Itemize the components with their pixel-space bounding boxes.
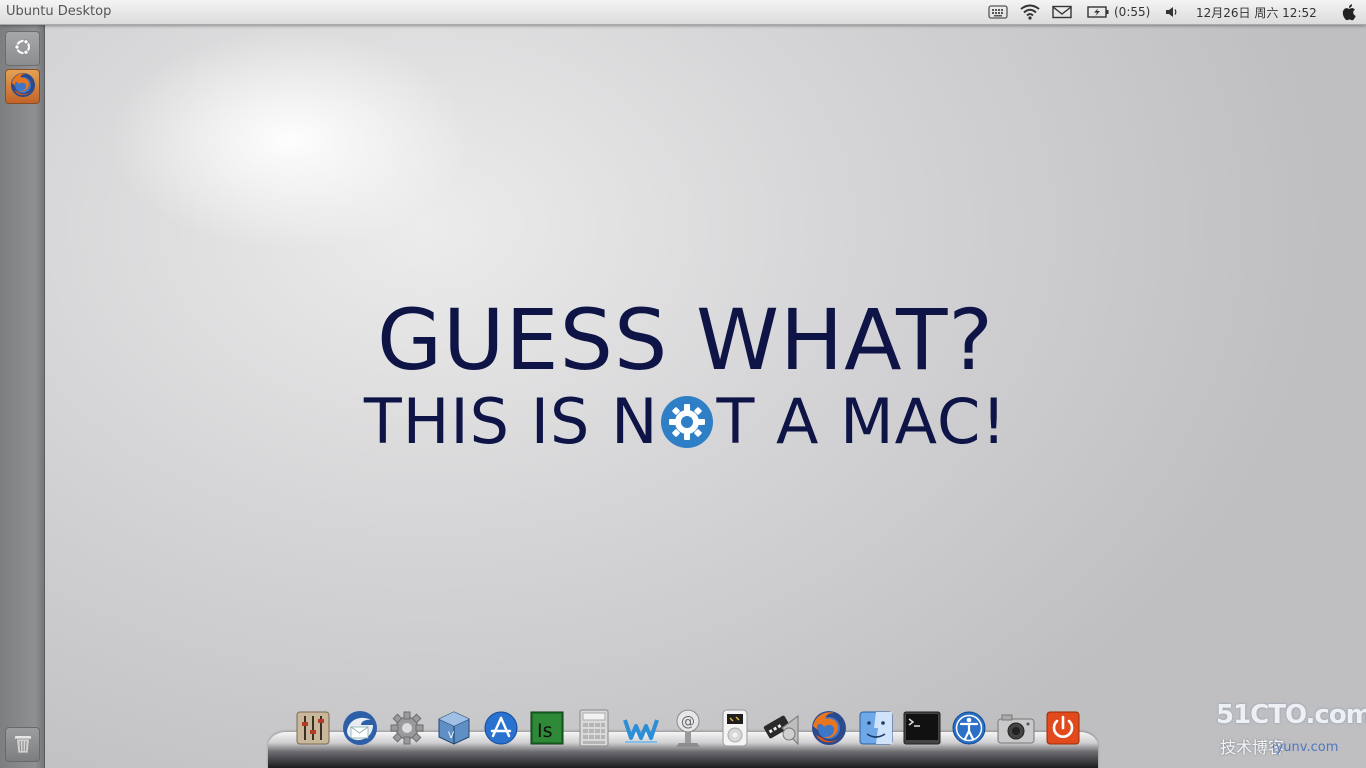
headline-part-after: T A MAC! (716, 385, 1008, 458)
virtualbox-icon: V (436, 710, 472, 750)
mixer-icon (295, 710, 331, 750)
app-store-icon (483, 710, 519, 750)
ubuntu-logo-icon (13, 37, 33, 61)
dock-item-calculator[interactable] (574, 709, 614, 751)
top-panel: Ubuntu Desktop (0:55) 12月26日 周六 12:52 (0, 0, 1366, 25)
dock-item-firefox[interactable] (809, 710, 849, 750)
launcher (0, 25, 45, 768)
dock-item-power[interactable] (1043, 710, 1083, 750)
dock-item-camera[interactable] (996, 710, 1036, 750)
battery-time[interactable]: (0:55) (1114, 3, 1150, 21)
finder-icon (858, 710, 894, 750)
dock-item-wunderlist[interactable] (621, 710, 661, 750)
dock-item-indesign[interactable]: Is (527, 710, 567, 750)
wifi-icon[interactable] (1020, 3, 1040, 21)
dock-item-video-editor[interactable] (762, 710, 802, 750)
dock-item-accessibility[interactable] (949, 710, 989, 750)
dock-item-app-store[interactable] (481, 710, 521, 750)
firefox-icon (810, 709, 848, 751)
at-mail-icon: @ (671, 709, 705, 751)
desktop: GUESS WHAT? THIS IS N T A MAC! (45, 25, 1366, 768)
apple-icon[interactable] (1342, 3, 1358, 21)
settings-gear-icon (389, 710, 425, 750)
dock-item-terminal[interactable] (902, 710, 942, 750)
dock: V Is @ (293, 706, 1083, 750)
watermark-url: iyunv.com (1272, 740, 1339, 755)
headline-not-a-mac: THIS IS N T A MAC! (45, 387, 1326, 463)
kde-gear-icon (660, 393, 714, 463)
dock-item-settings[interactable] (387, 710, 427, 750)
dock-item-mixer[interactable] (293, 710, 333, 750)
launcher-trash-button[interactable] (5, 727, 40, 762)
watermark: 51CTO.com 技术博客 iyunv.com (1212, 700, 1366, 760)
calculator-icon (578, 709, 610, 751)
svg-text:Is: Is (537, 720, 553, 742)
dock-item-finder[interactable] (856, 710, 896, 750)
dock-item-at-mail[interactable]: @ (668, 709, 708, 751)
keyboard-icon[interactable] (988, 3, 1008, 21)
headline-part-before: THIS IS N (363, 385, 659, 458)
svg-text:V: V (448, 731, 455, 741)
dock-item-thunderbird[interactable] (340, 710, 380, 750)
trash-icon (12, 731, 34, 759)
indesign-icon: Is (529, 710, 565, 750)
dock-item-ipod[interactable] (715, 709, 755, 751)
video-editor-icon (762, 710, 802, 750)
volume-icon[interactable] (1164, 3, 1178, 21)
camera-icon (996, 711, 1036, 749)
power-icon (1045, 710, 1081, 750)
firefox-icon (9, 71, 37, 103)
terminal-icon (903, 711, 941, 749)
launcher-dash-button[interactable] (5, 31, 40, 66)
headline-guess-what: GUESS WHAT? (376, 291, 995, 389)
window-title: Ubuntu Desktop (6, 4, 112, 19)
battery-icon[interactable] (1087, 3, 1109, 21)
ipod-icon (721, 709, 749, 751)
watermark-main: 51CTO.com (1216, 700, 1366, 730)
wunderlist-icon (622, 710, 660, 750)
launcher-firefox-button[interactable] (5, 69, 40, 104)
svg-text:@: @ (681, 714, 695, 730)
mail-icon[interactable] (1052, 3, 1072, 21)
clock[interactable]: 12月26日 周六 12:52 (1196, 3, 1317, 21)
battery-time-text: (0:55) (1114, 5, 1151, 19)
accessibility-icon (951, 710, 987, 750)
clock-text: 12月26日 周六 12:52 (1196, 5, 1317, 20)
dock-item-virtualbox[interactable]: V (434, 710, 474, 750)
thunderbird-icon (341, 709, 379, 751)
